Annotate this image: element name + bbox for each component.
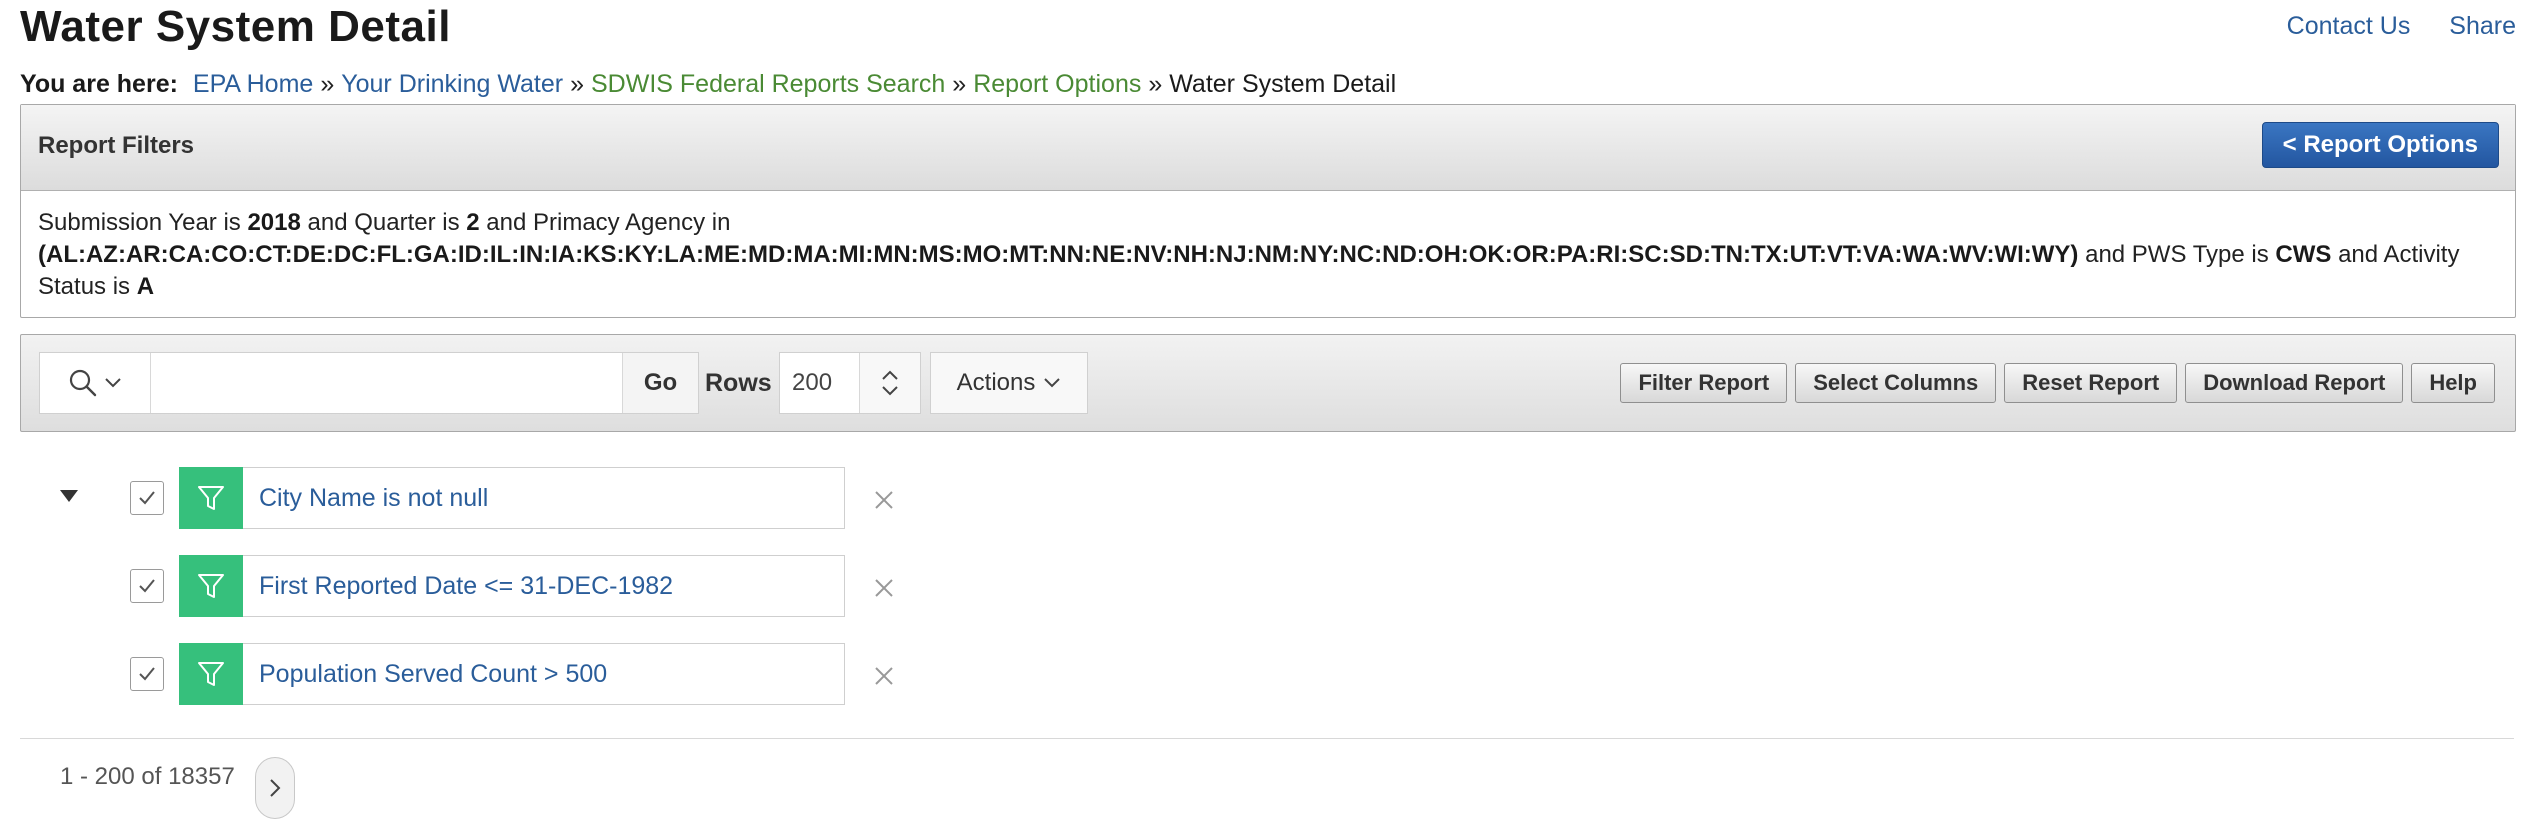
search-column-selector[interactable]: [40, 353, 151, 413]
pws-type-value: CWS: [2275, 241, 2332, 268]
submission-year-value: 2018: [247, 209, 301, 236]
filter-icon-box: [179, 467, 243, 529]
breadcrumb-report-options[interactable]: Report Options: [973, 70, 1141, 98]
filter-chip[interactable]: Population Served Count > 500: [179, 643, 845, 705]
filter-chip[interactable]: City Name is not null: [179, 467, 845, 529]
primacy-agency-list: (AL:AZ:AR:CA:CO:CT:DE:DC:FL:GA:ID:IL:IN:…: [38, 241, 2079, 268]
contact-us-link[interactable]: Contact Us: [2287, 12, 2411, 40]
filter-checkbox[interactable]: [130, 657, 164, 691]
help-button[interactable]: Help: [2411, 363, 2495, 403]
download-report-button[interactable]: Download Report: [2185, 363, 2404, 403]
go-button[interactable]: Go: [622, 353, 699, 413]
next-page-button[interactable]: [255, 757, 295, 819]
breadcrumb: You are here: EPA Home» Your Drinking Wat…: [20, 70, 1396, 99]
filter-row: Population Served Count > 500: [130, 643, 900, 705]
breadcrumb-separator: »: [1148, 70, 1163, 98]
filter-checkbox[interactable]: [130, 569, 164, 603]
report-filters-panel: Report Filters < Report Options Submissi…: [20, 104, 2516, 318]
breadcrumb-epa-home[interactable]: EPA Home: [193, 70, 313, 98]
checkmark-icon: [139, 491, 155, 505]
rows-value: 200: [792, 369, 833, 396]
share-link[interactable]: Share: [2449, 12, 2516, 40]
filter-report-button[interactable]: Filter Report: [1620, 363, 1788, 403]
rows-spinner[interactable]: [859, 353, 920, 413]
funnel-icon: [198, 574, 224, 598]
close-icon[interactable]: [873, 577, 895, 599]
report-filters-header: Report Filters < Report Options: [21, 105, 2515, 191]
collapse-filters-toggle[interactable]: [60, 490, 78, 502]
page-title: Water System Detail: [20, 2, 451, 51]
divider: [20, 738, 2514, 739]
filter-row: First Reported Date <= 31-DEC-1982: [130, 555, 900, 617]
breadcrumb-current: Water System Detail: [1169, 70, 1397, 98]
close-icon[interactable]: [873, 489, 895, 511]
filter-label: First Reported Date <= 31-DEC-1982: [259, 571, 674, 600]
breadcrumb-separator: »: [952, 70, 967, 98]
chevron-down-icon: [1044, 378, 1061, 388]
report-filters-title: Report Filters: [38, 132, 195, 159]
close-icon[interactable]: [873, 665, 895, 687]
filter-icon-box: [179, 555, 243, 617]
filter-label: Population Served Count > 500: [259, 659, 608, 688]
rows-per-page-select[interactable]: 200: [779, 352, 921, 414]
checkmark-icon: [139, 667, 155, 681]
funnel-icon: [198, 662, 224, 686]
search-icon: [69, 369, 97, 397]
reset-report-button[interactable]: Reset Report: [2004, 363, 2178, 403]
rows-label: Rows: [705, 369, 772, 397]
breadcrumb-separator: »: [320, 70, 335, 98]
filter-icon-box: [179, 643, 243, 705]
page: Water System Detail Contact Us Share You…: [0, 0, 2538, 832]
breadcrumb-sdwis-federal-reports-search[interactable]: SDWIS Federal Reports Search: [591, 70, 945, 98]
search-input[interactable]: [150, 353, 623, 411]
breadcrumb-separator: »: [570, 70, 584, 98]
search-bar: Go: [39, 352, 699, 414]
chevron-right-icon: [270, 779, 281, 797]
quarter-value: 2: [466, 209, 480, 236]
filter-text-part: Submission Year is: [38, 209, 248, 236]
select-columns-button[interactable]: Select Columns: [1795, 363, 1997, 403]
filter-checkbox[interactable]: [130, 481, 164, 515]
chevron-down-icon: [105, 378, 121, 388]
actions-label: Actions: [956, 369, 1036, 396]
actions-menu-button[interactable]: Actions: [930, 352, 1088, 414]
report-action-buttons: Filter Report Select Columns Reset Repor…: [1620, 363, 2495, 403]
filter-row: City Name is not null: [130, 467, 900, 529]
breadcrumb-your-drinking-water[interactable]: Your Drinking Water: [341, 70, 563, 98]
up-down-arrows-icon: [882, 370, 898, 396]
checkmark-icon: [139, 579, 155, 593]
filter-label: City Name is not null: [259, 483, 489, 512]
top-links: Contact Us Share: [2255, 12, 2516, 41]
filter-text-part: and Primacy Agency in: [479, 209, 731, 236]
report-toolbar: Go Rows 200 Actions Filter Report Select…: [20, 334, 2516, 432]
breadcrumb-label: You are here:: [20, 70, 178, 98]
filter-text-part: and Quarter is: [300, 209, 467, 236]
report-options-button[interactable]: < Report Options: [2261, 122, 2499, 168]
pagination-range: 1 - 200 of 18357: [60, 763, 235, 790]
filter-chip[interactable]: First Reported Date <= 31-DEC-1982: [179, 555, 845, 617]
funnel-icon: [198, 486, 224, 510]
filter-text-part: and PWS Type is: [2078, 241, 2276, 268]
activity-status-value: A: [136, 273, 155, 300]
report-filters-description: Submission Year is 2018 and Quarter is 2…: [21, 191, 2515, 303]
report-options-label: < Report Options: [2282, 131, 2478, 158]
